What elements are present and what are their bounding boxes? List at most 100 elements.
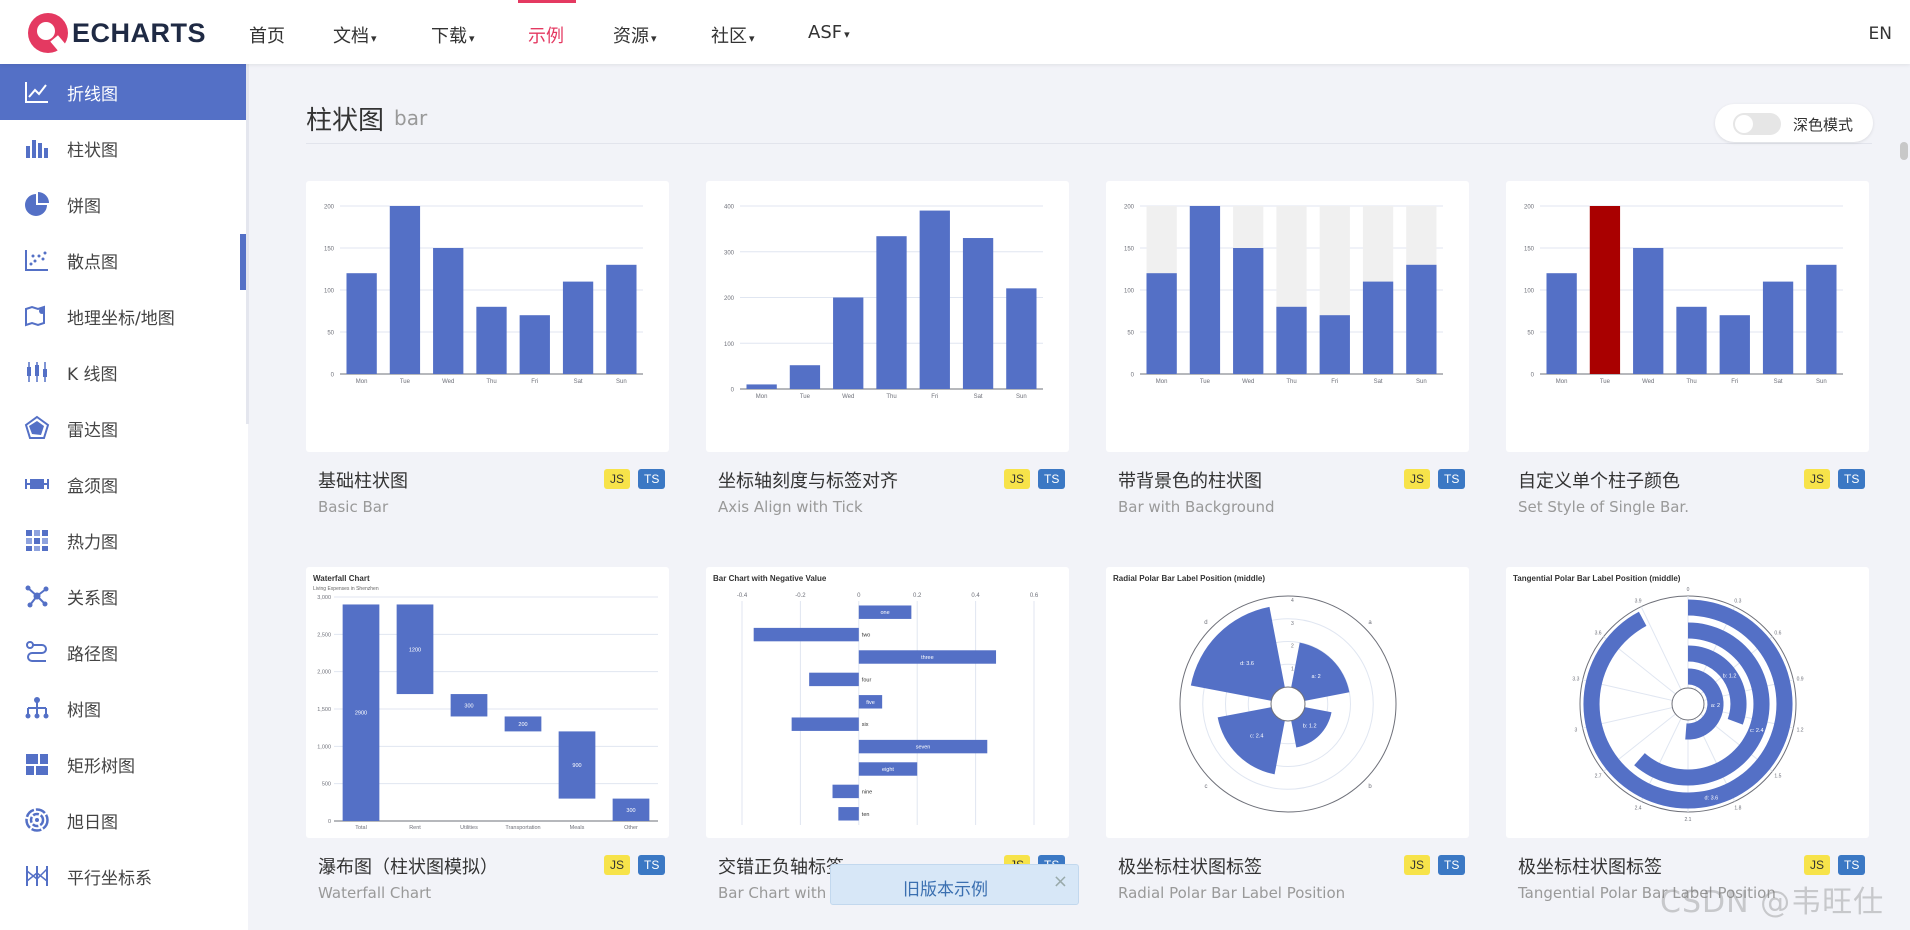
ts-badge[interactable]: TS [1438, 469, 1466, 489]
js-badge[interactable]: JS [1404, 855, 1431, 875]
page-scrollbar[interactable] [1900, 142, 1908, 160]
js-badge[interactable]: JS [1804, 855, 1831, 875]
category-label: ten [862, 812, 870, 818]
card-title[interactable]: 坐标轴刻度与标签对齐 [718, 467, 898, 493]
category-label: six [862, 722, 869, 728]
nav-item-home[interactable]: 首页 [249, 22, 287, 48]
chevron-down-icon: ▾ [371, 32, 377, 45]
sidebar-item-candlestick[interactable]: K 线图 [0, 344, 246, 400]
angle-tick-label: 3 [1574, 728, 1577, 734]
nav-item-community[interactable]: 社区 ▾ [711, 22, 755, 48]
card-title[interactable]: 自定义单个柱子颜色 [1518, 467, 1680, 493]
card-title[interactable]: 交错正负轴标签 [718, 853, 844, 879]
sidebar-item-radar[interactable]: 雷达图 [0, 400, 246, 456]
nav-item-docs[interactable]: 文档 ▾ [333, 22, 377, 48]
card-title[interactable]: 极坐标柱状图标签 [1518, 853, 1662, 879]
nav-item-resources[interactable]: 资源 ▾ [613, 22, 657, 48]
nav-item-download[interactable]: 下载 ▾ [431, 22, 475, 48]
x-tick-label: Thu [486, 379, 496, 385]
data-label: a: 2 [1312, 674, 1321, 680]
y-tick-label: 0 [328, 819, 331, 825]
js-badge[interactable]: JS [604, 469, 631, 489]
y-tick-label: 50 [1527, 331, 1534, 337]
angle-tick-label: 2.1 [1685, 817, 1692, 823]
close-icon[interactable]: × [1053, 871, 1068, 892]
data-label: b: 1.2 [1723, 673, 1737, 679]
example-card-tangential-polar[interactable]: Tangential Polar Bar Label Position (mid… [1506, 567, 1869, 838]
sidebar-item-parallel[interactable]: 平行坐标系 [0, 848, 246, 904]
dark-mode-toggle[interactable]: 深色模式 [1715, 104, 1873, 142]
nav-item-examples[interactable]: 示例 [518, 0, 576, 48]
y-tick-label: 150 [324, 247, 335, 253]
ts-badge[interactable]: TS [638, 855, 666, 875]
angle-tick-label: 1.8 [1734, 806, 1741, 812]
sidebar-item-sunburst[interactable]: 旭日图 [0, 792, 246, 848]
x-tick-label: Utilities [460, 825, 478, 831]
sidebar-item-boxplot[interactable]: 盒须图 [0, 456, 246, 512]
angle-tick-label: 2.4 [1635, 806, 1642, 812]
sidebar-item-bar[interactable]: 柱状图 [0, 120, 246, 176]
nav-item-asf[interactable]: ASF ▾ [808, 22, 850, 43]
card-title[interactable]: 基础柱状图 [318, 467, 408, 493]
example-card-radial-polar[interactable]: Radial Polar Bar Label Position (middle)… [1106, 567, 1469, 838]
sidebar-item-tree[interactable]: 树图 [0, 680, 246, 736]
example-card-waterfall[interactable]: Waterfall Chart Living Expenses in Shenzh… [306, 567, 669, 838]
sidebar-item-scatter[interactable]: 散点图 [0, 232, 246, 288]
bar [562, 281, 594, 374]
bar [1546, 273, 1577, 374]
card-title[interactable]: 极坐标柱状图标签 [1118, 853, 1262, 879]
bar [746, 384, 777, 389]
category-label: b [1368, 784, 1372, 790]
ts-badge[interactable]: TS [1438, 855, 1466, 875]
card-title[interactable]: 带背景色的柱状图 [1118, 467, 1262, 493]
ts-badge[interactable]: TS [1038, 469, 1066, 489]
sidebar-item-label: 旭日图 [67, 812, 118, 833]
example-card-axis-align[interactable]: 0 100 200 300 400 Mon Tue Wed Thu Fri Sat Sun [706, 181, 1069, 452]
chevron-down-icon: ▾ [651, 32, 657, 45]
example-card-bar-background[interactable]: 0 50 100 150 200 Mon Tue Wed Thu Fri Sat Sun [1106, 181, 1469, 452]
sidebar-item-pie[interactable]: 饼图 [0, 176, 246, 232]
toggle-switch[interactable] [1733, 113, 1781, 135]
js-badge[interactable]: JS [1804, 469, 1831, 489]
angle-tick-label: 2.7 [1595, 774, 1602, 780]
old-version-examples-banner[interactable]: 旧版本示例 × [830, 864, 1079, 905]
single-bar-style-chart: 0 50 100 150 200 Mon Tue Wed Thu Fri Sat Sun [1524, 205, 1843, 385]
sidebar-item-lines[interactable]: 路径图 [0, 624, 246, 680]
sidebar-item-graph[interactable]: 关系图 [0, 568, 246, 624]
ts-badge[interactable]: TS [638, 469, 666, 489]
data-label: 300 [464, 703, 473, 709]
echarts-logo[interactable]: ECHARTS [28, 13, 206, 53]
x-tick-label: Thu [1286, 379, 1296, 385]
heatmap-icon [26, 530, 48, 551]
boxplot-icon [25, 479, 49, 489]
chart-title: Waterfall Chart [313, 574, 370, 583]
bar-chart-icon [26, 140, 48, 158]
x-tick-label: Tue [400, 379, 411, 385]
sankey-icon [24, 919, 50, 930]
js-badge[interactable]: JS [604, 855, 631, 875]
sidebar-item-next[interactable] [0, 904, 246, 930]
sidebar-item-map[interactable]: 地理坐标/地图 [0, 288, 246, 344]
bar [838, 807, 859, 821]
angle-tick-label: 3.6 [1595, 630, 1602, 636]
bar [791, 717, 859, 731]
example-card-basic-bar[interactable]: 0 50 100 150 200 Mon Tue Wed Thu Fri Sat Sun [306, 181, 669, 452]
y-tick-label: 150 [1124, 247, 1135, 253]
example-card-single-bar-style[interactable]: 0 50 100 150 200 Mon Tue Wed Thu Fri Sat Sun [1506, 181, 1869, 452]
sidebar-item-treemap[interactable]: 矩形树图 [0, 736, 246, 792]
card-title[interactable]: 瀑布图（柱状图模拟） [318, 853, 498, 879]
x-tick-label: 0.4 [971, 593, 980, 599]
watermark: CSDN @韦旺仕 [1660, 885, 1885, 920]
sidebar-item-line[interactable]: 折线图 [0, 64, 246, 120]
data-label: 2900 [355, 711, 367, 717]
x-tick-label: Mon [1556, 379, 1568, 385]
radius-tick-label: 3 [1291, 621, 1294, 627]
js-badge[interactable]: JS [1404, 469, 1431, 489]
sidebar-item-heatmap[interactable]: 热力图 [0, 512, 246, 568]
language-switch[interactable]: EN [1869, 24, 1892, 44]
ts-badge[interactable]: TS [1838, 469, 1866, 489]
banner-label[interactable]: 旧版本示例 [903, 875, 988, 900]
example-card-negative-value[interactable]: Bar Chart with Negative Value -0.4 -0.2 0 0.… [706, 567, 1069, 838]
ts-badge[interactable]: TS [1838, 855, 1866, 875]
js-badge[interactable]: JS [1004, 469, 1031, 489]
